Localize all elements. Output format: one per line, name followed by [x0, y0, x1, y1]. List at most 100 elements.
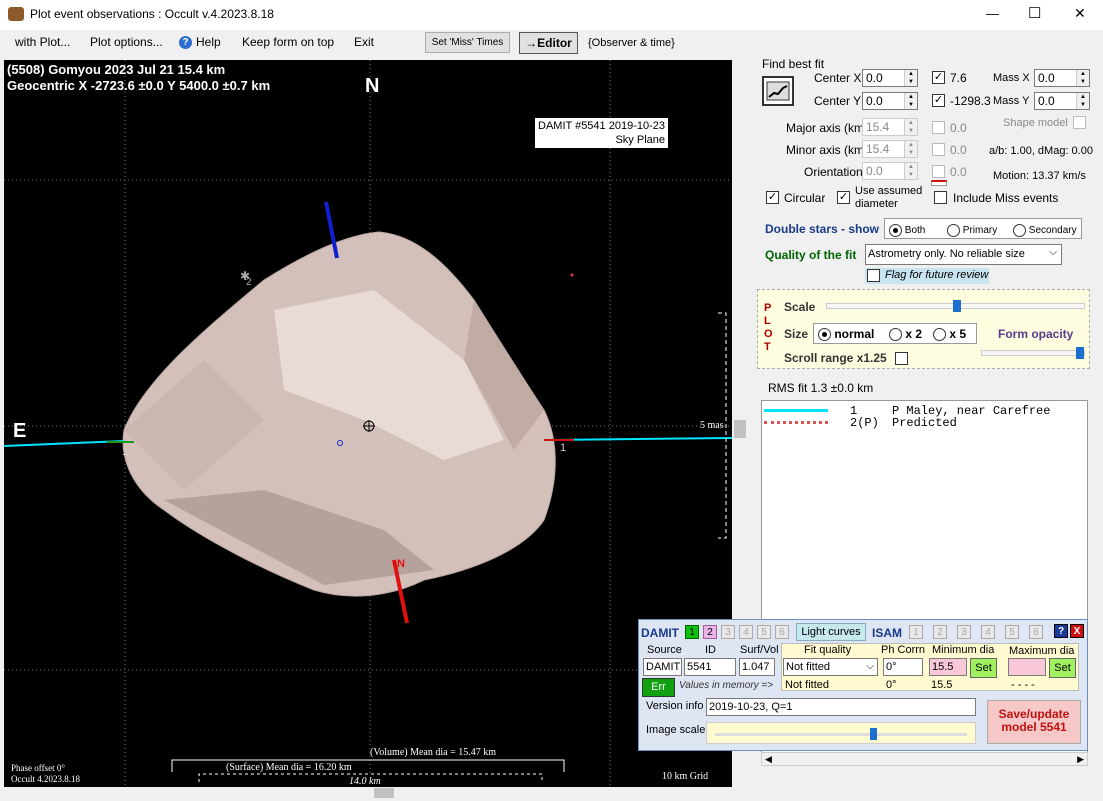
fit-quality-dropdown[interactable]: Not fitted ⌵	[783, 658, 878, 676]
image-scale-thumb[interactable]	[870, 728, 877, 740]
five-mas-label: 5 mas	[700, 420, 724, 431]
version-info-field[interactable]: 2019-10-23, Q=1	[706, 698, 976, 716]
opacity-slider-thumb[interactable]	[1076, 347, 1084, 359]
source-field[interactable]: DAMIT	[643, 658, 682, 676]
quality-dropdown[interactable]: Astrometry only. No reliable size ⌵	[865, 244, 1062, 265]
flag-review-checkbox[interactable]	[867, 269, 880, 282]
title-bar: Plot event observations : Occult v.4.202…	[0, 0, 1103, 30]
legend-hscrollbar[interactable]: ◀ ▶	[761, 752, 1088, 766]
spin-arrows-icon[interactable]: ▲ ▼	[904, 141, 917, 157]
image-scale-slider[interactable]	[706, 722, 976, 744]
isam-model-2[interactable]: 2	[933, 625, 947, 639]
set-miss-times-button[interactable]: Set 'Miss' Times	[425, 32, 510, 53]
header-ph-corrn: Ph Corrn	[881, 644, 926, 656]
orientation-label: Orientation	[804, 165, 863, 179]
plot-canvas[interactable]: ✱ (5508) Gomyou 2023 Jul 21 15.4 km Geoc…	[4, 60, 732, 787]
center-x-input[interactable]: 0.0 ▲ ▼	[862, 69, 918, 87]
editor-button[interactable]: →Editor	[519, 32, 578, 54]
include-miss-checkbox[interactable]	[934, 191, 947, 204]
primary-option[interactable]: Primary	[947, 221, 997, 240]
use-assumed-checkbox[interactable]: ✓	[837, 191, 850, 204]
spin-arrows-icon[interactable]: ▲ ▼	[904, 163, 917, 179]
size-x2-option[interactable]: x 2	[889, 327, 922, 342]
isam-model-3[interactable]: 3	[957, 625, 971, 639]
fix-minor-checkbox[interactable]	[932, 143, 945, 156]
spin-arrows-icon[interactable]: ▲ ▼	[904, 119, 917, 135]
motion-label: Motion: 13.37 km/s	[993, 170, 1086, 182]
minor-axis-input[interactable]: 15.4 ▲ ▼	[862, 140, 918, 158]
quality-label: Quality of the fit	[765, 248, 857, 262]
min-dia-field[interactable]: 15.5	[929, 658, 967, 676]
set-max-button[interactable]: Set	[1049, 658, 1076, 678]
scroll-range-checkbox[interactable]	[895, 352, 908, 365]
shape-model-checkbox[interactable]	[1073, 116, 1086, 129]
find-best-fit-button[interactable]	[762, 76, 794, 106]
size-label: Size	[784, 327, 809, 341]
isam-model-5[interactable]: 5	[1005, 625, 1019, 639]
isam-model-6[interactable]: 6	[1029, 625, 1043, 639]
id-field[interactable]: 5541	[684, 658, 736, 676]
damit-model-1[interactable]: 1	[685, 625, 699, 639]
center-y-input[interactable]: 0.0 ▲ ▼	[862, 92, 918, 110]
size-x2-radio[interactable]	[889, 328, 902, 342]
damit-model-2[interactable]: 2	[703, 625, 717, 639]
mass-x-input[interactable]: 0.0 ▲ ▼	[1034, 69, 1090, 87]
menu-plot-options[interactable]: Plot options...	[90, 35, 163, 49]
secondary-option[interactable]: Secondary	[1013, 221, 1077, 240]
fix-major-checkbox[interactable]	[932, 121, 945, 134]
spin-arrows-icon[interactable]: ▲ ▼	[904, 70, 917, 86]
both-option[interactable]: Both	[889, 221, 925, 240]
menu-keep-form[interactable]: Keep form on top	[242, 35, 334, 49]
major-axis-input[interactable]: 15.4 ▲ ▼	[862, 118, 918, 136]
size-x5-radio[interactable]	[933, 328, 946, 342]
light-curves-button[interactable]: Light curves	[796, 623, 866, 641]
max-dia-field[interactable]	[1008, 658, 1046, 676]
scroll-left-icon[interactable]: ◀	[765, 754, 772, 765]
fix-x-checkbox[interactable]: ✓	[932, 71, 945, 84]
flag-review-box[interactable]: Flag for future review	[865, 268, 989, 284]
isam-model-1[interactable]: 1	[909, 625, 923, 639]
both-radio[interactable]	[889, 223, 902, 237]
close-button[interactable]: ✕	[1074, 5, 1086, 22]
set-min-button[interactable]: Set	[970, 658, 997, 678]
damit-model-5[interactable]: 5	[757, 625, 771, 639]
scale-slider-thumb[interactable]	[953, 300, 961, 312]
size-normal-option[interactable]: normal	[818, 327, 874, 342]
spin-arrows-icon[interactable]: ▲ ▼	[904, 93, 917, 109]
primary-radio[interactable]	[947, 223, 960, 237]
fix-orient-checkbox[interactable]	[932, 165, 945, 178]
plot-svg: ✱	[4, 60, 732, 787]
minimize-button[interactable]: —	[986, 6, 999, 21]
damit-model-4[interactable]: 4	[739, 625, 753, 639]
size-normal-radio[interactable]	[818, 328, 831, 342]
plot-hscrollbar[interactable]	[4, 787, 732, 799]
mem-fit-quality: Not fitted	[785, 679, 830, 691]
scroll-right-icon[interactable]: ▶	[1077, 754, 1084, 765]
spin-arrows-icon[interactable]: ▲ ▼	[1076, 93, 1089, 109]
maximize-button[interactable]: ☐	[1028, 4, 1041, 22]
ph-corrn-field[interactable]: 0°	[883, 658, 923, 676]
damit-model-6[interactable]: 6	[775, 625, 789, 639]
menu-exit[interactable]: Exit	[354, 35, 374, 49]
opacity-slider[interactable]	[981, 347, 1085, 359]
save-update-button[interactable]: Save/update model 5541	[987, 700, 1081, 744]
app-icon	[8, 7, 24, 21]
err-button[interactable]: Err	[642, 678, 675, 697]
circular-checkbox[interactable]: ✓	[766, 191, 779, 204]
size-x5-option[interactable]: x 5	[933, 327, 966, 342]
secondary-radio[interactable]	[1013, 223, 1026, 237]
surf-vol-field[interactable]: 1.047	[739, 658, 775, 676]
orientation-input[interactable]: 0.0 ▲ ▼	[862, 162, 918, 180]
hscroll-thumb[interactable]	[374, 788, 394, 798]
scale-slider[interactable]	[826, 300, 1085, 312]
spin-arrows-icon[interactable]: ▲ ▼	[1076, 70, 1089, 86]
damit-close-button[interactable]: X	[1070, 624, 1084, 638]
mass-y-input[interactable]: 0.0 ▲ ▼	[1034, 92, 1090, 110]
center-y-value: 0.0	[866, 94, 883, 108]
menu-help[interactable]: Help	[196, 35, 221, 49]
damit-help-button[interactable]: ?	[1054, 624, 1068, 638]
damit-model-3[interactable]: 3	[721, 625, 735, 639]
isam-model-4[interactable]: 4	[981, 625, 995, 639]
fix-y-checkbox[interactable]: ✓	[932, 94, 945, 107]
menu-with-plot[interactable]: with Plot...	[15, 35, 70, 49]
